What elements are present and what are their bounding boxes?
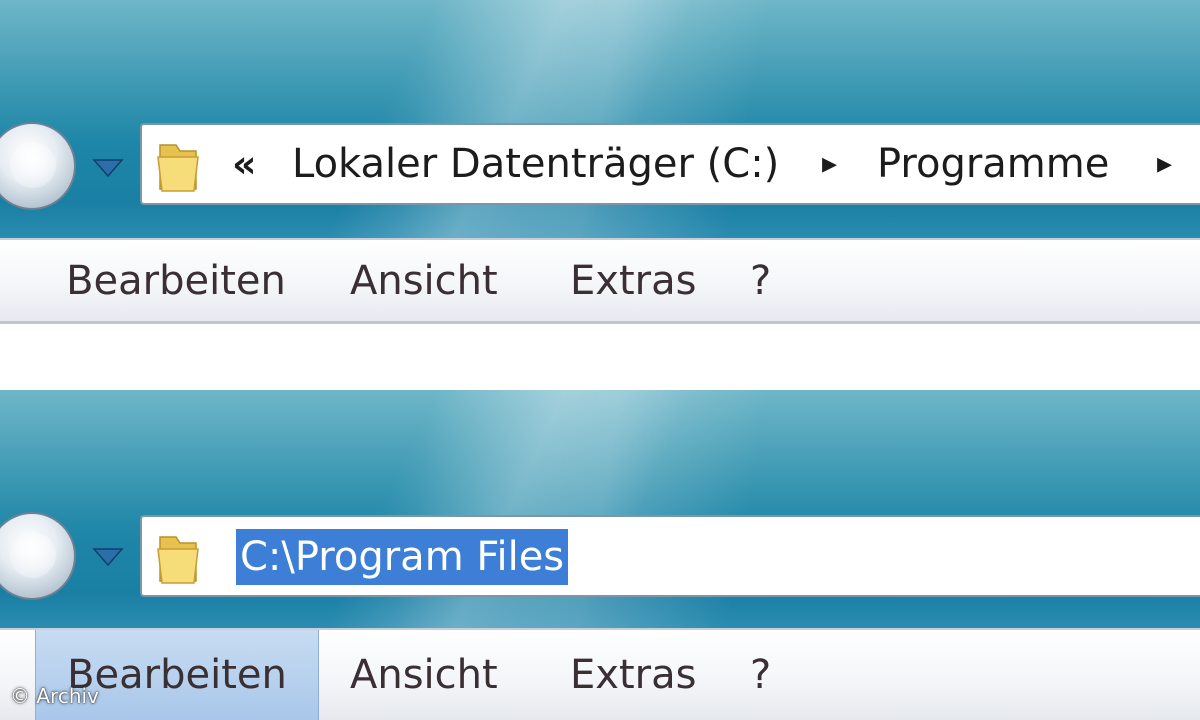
menu-item-extras[interactable]: Extras (570, 240, 696, 321)
menu-bar: i Bearbeiten Ansicht Extras ? (0, 628, 1200, 720)
menu-item-help[interactable]: ? (750, 240, 771, 321)
bottom-window-titlebar: C:\Program Files (0, 390, 1200, 628)
menu-item-help[interactable]: ? (750, 630, 771, 720)
breadcrumb-address-bar[interactable]: « Lokaler Datenträger (C:) ▸ Programme ▸ (140, 123, 1200, 205)
copyright-watermark: © Archiv (10, 684, 99, 708)
address-input-selected-text[interactable]: C:\Program Files (236, 529, 569, 585)
menu-item-partial[interactable]: i (0, 630, 6, 720)
menu-bar: i Bearbeiten Ansicht Extras ? (0, 238, 1200, 324)
back-button[interactable] (0, 512, 76, 600)
breadcrumb-item-programme[interactable]: Programme (877, 131, 1109, 197)
breadcrumb-overflow-chevron[interactable]: « (232, 131, 257, 197)
address-bar-edit-mode[interactable]: C:\Program Files (140, 515, 1200, 597)
menu-item-bearbeiten[interactable]: Bearbeiten (35, 240, 317, 321)
folder-icon (157, 144, 199, 192)
history-dropdown-icon[interactable] (90, 541, 126, 571)
menu-item-extras[interactable]: Extras (570, 630, 696, 720)
menu-item-ansicht[interactable]: Ansicht (350, 630, 498, 720)
menu-item-ansicht[interactable]: Ansicht (350, 240, 498, 321)
content-area (0, 324, 1200, 390)
breadcrumb-separator-icon[interactable]: ▸ (822, 131, 837, 197)
folder-icon (157, 536, 199, 584)
history-dropdown-icon[interactable] (90, 152, 126, 182)
top-window-titlebar: « Lokaler Datenträger (C:) ▸ Programme ▸ (0, 0, 1200, 238)
back-button[interactable] (0, 122, 76, 210)
menu-item-partial[interactable]: i (0, 240, 6, 321)
breadcrumb-item-drive[interactable]: Lokaler Datenträger (C:) (292, 131, 779, 197)
breadcrumb-separator-icon[interactable]: ▸ (1157, 131, 1172, 197)
